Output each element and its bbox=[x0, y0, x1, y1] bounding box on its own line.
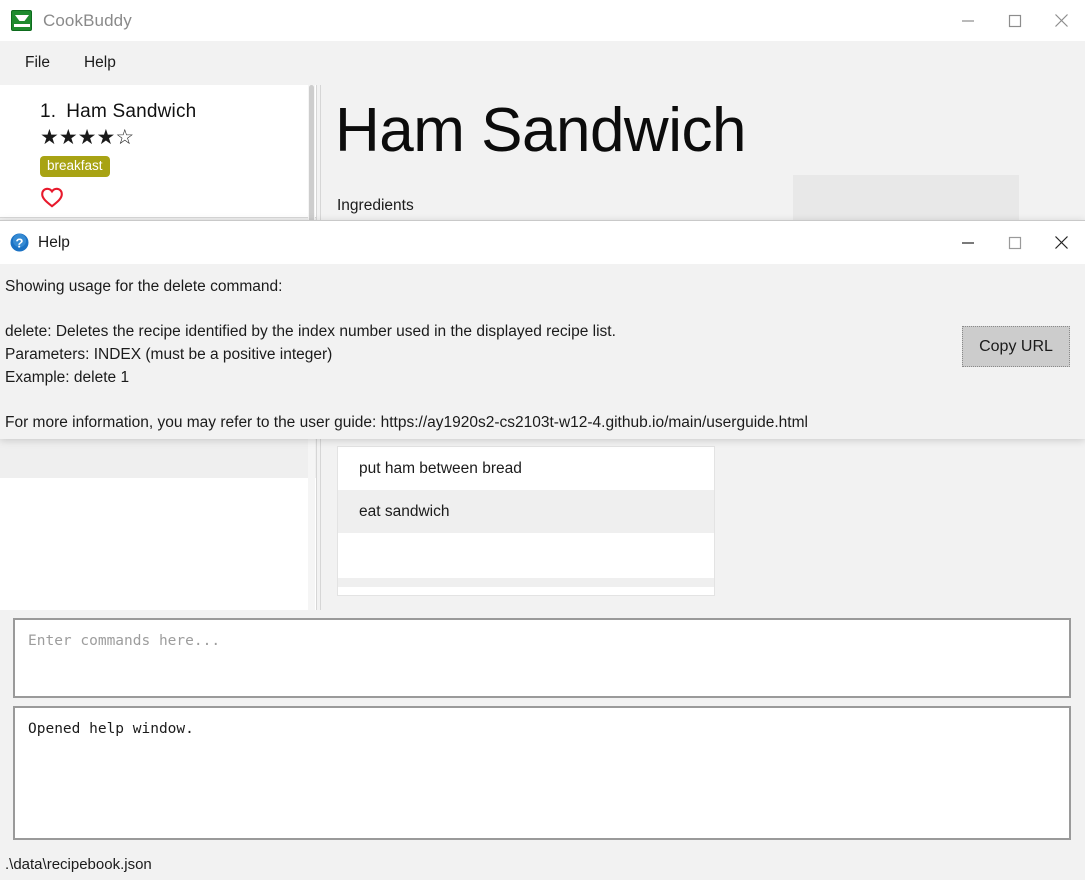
help-dialog-body: Showing usage for the delete command: de… bbox=[0, 264, 1085, 439]
help-usage-line-1: delete: Deletes the recipe identified by… bbox=[5, 323, 616, 340]
help-dialog: ? Help Showing usage for the delete comm… bbox=[0, 220, 1085, 439]
ingredients-label: Ingredients bbox=[337, 197, 414, 214]
recipe-index: 1. bbox=[40, 101, 57, 122]
steps-panel: put ham between bread eat sandwich bbox=[321, 438, 721, 610]
app-title: CookBuddy bbox=[43, 10, 132, 30]
help-intro-text: Showing usage for the delete command: bbox=[5, 278, 283, 295]
help-footer-text: For more information, you may refer to t… bbox=[5, 414, 808, 431]
recipe-card-title: 1. Ham Sandwich bbox=[40, 101, 316, 123]
step-row[interactable]: put ham between bread bbox=[338, 447, 714, 490]
list-item[interactable]: 1. Ham Sandwich ★★★★☆ breakfast bbox=[0, 85, 316, 218]
list-item[interactable] bbox=[0, 478, 316, 530]
cookbook-icon bbox=[11, 10, 32, 31]
copy-url-button[interactable]: Copy URL bbox=[962, 326, 1070, 367]
menu-bar: File Help bbox=[0, 41, 1085, 85]
page-title: Ham Sandwich bbox=[335, 96, 746, 165]
menu-item-file[interactable]: File bbox=[12, 50, 63, 76]
help-usage-line-3: Example: delete 1 bbox=[5, 369, 130, 386]
menu-item-help[interactable]: Help bbox=[71, 50, 129, 76]
help-dialog-title: Help bbox=[38, 233, 70, 251]
steps-horizontal-scrollbar[interactable] bbox=[338, 578, 714, 587]
window-controls bbox=[944, 0, 1085, 41]
help-close-button[interactable] bbox=[1038, 222, 1085, 263]
help-usage-line-2: Parameters: INDEX (must be a positive in… bbox=[5, 346, 333, 363]
rating-stars: ★★★★☆ bbox=[40, 126, 316, 150]
minimize-button[interactable] bbox=[944, 0, 991, 41]
help-minimize-button[interactable] bbox=[944, 222, 991, 263]
cookbuddy-application: CookBuddy File Help 1. Ham Sandwich ★★★★ bbox=[0, 0, 1085, 880]
step-row[interactable]: eat sandwich bbox=[338, 490, 714, 533]
question-mark-icon: ? bbox=[10, 233, 29, 252]
steps-list[interactable]: put ham between bread eat sandwich bbox=[337, 446, 715, 596]
search-input[interactable]: Enter commands here... bbox=[13, 618, 1071, 698]
recipe-tag: breakfast bbox=[40, 156, 110, 178]
svg-text:?: ? bbox=[16, 235, 24, 250]
maximize-button[interactable] bbox=[991, 0, 1038, 41]
status-bar: .\data\recipebook.json bbox=[0, 848, 1085, 880]
favourite-heart-icon[interactable] bbox=[40, 186, 64, 208]
help-maximize-button[interactable] bbox=[991, 222, 1038, 263]
recipe-name: Ham Sandwich bbox=[66, 101, 197, 122]
status-file-path: .\data\recipebook.json bbox=[5, 855, 152, 873]
rating-empty-stars: ☆ bbox=[115, 126, 135, 149]
help-window-controls bbox=[944, 222, 1085, 263]
help-dialog-title-bar: ? Help bbox=[0, 221, 1085, 264]
rating-filled-stars: ★★★★ bbox=[40, 126, 116, 149]
command-area: Enter commands here... Opened help windo… bbox=[0, 610, 1085, 848]
result-display: Opened help window. bbox=[13, 706, 1071, 840]
close-button[interactable] bbox=[1038, 0, 1085, 41]
main-title-bar: CookBuddy bbox=[0, 0, 1085, 41]
